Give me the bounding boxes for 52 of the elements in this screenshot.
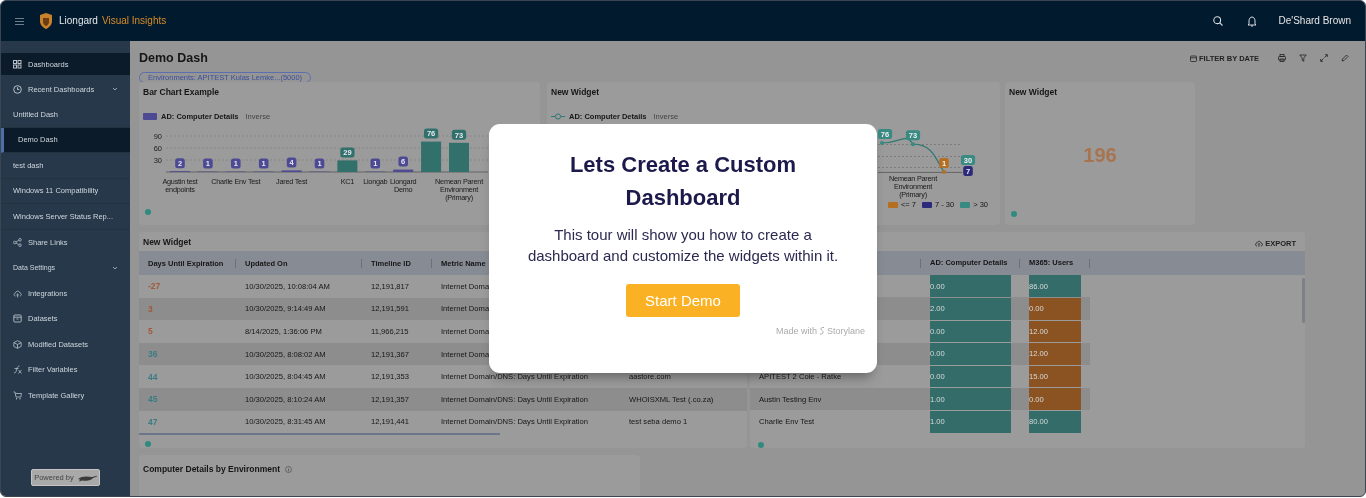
legend-line-icon [551,113,565,120]
table-cell: 36 [148,349,158,359]
made-with-text: Made with [775,326,817,337]
table-cell: 47 [148,416,158,427]
share-icon [13,237,22,247]
dialog-text: This tour will show you how to create a dashboard and customize the widgets within it. [527,225,839,266]
cloud-upload-icon [13,288,22,298]
scrollbar[interactable] [139,433,500,436]
widget-title: Computer Details by Environment [143,464,280,475]
menu-icon[interactable] [15,17,24,25]
bar [393,169,414,172]
clock-icon [13,84,22,94]
widget-title: New Widget [551,87,600,99]
table-cell: 5 [148,326,153,337]
bar [449,142,469,172]
metric-value: 196 [1083,143,1117,167]
widget-title: New Widget [143,237,192,249]
dialog-title: Lets Create a Custom Dashboard [568,151,798,212]
widget-title: Bar Chart Example [143,87,220,99]
shield-logo-icon[interactable] [39,13,53,29]
bar [337,160,358,172]
search-icon[interactable] [1212,16,1223,26]
calendar-icon [1190,54,1197,62]
line-series [881,137,945,173]
product-name: Visual Insights [101,15,167,27]
bell-icon[interactable] [1246,15,1257,27]
widget-title: New Widget [1009,87,1058,99]
page-dot-icon [145,441,151,448]
expand-icon[interactable] [1320,54,1328,62]
variable-icon [13,365,22,375]
user-name[interactable]: De'Shard Brown [1278,15,1351,27]
narwhal-icon [76,473,97,482]
print-icon[interactable] [1278,54,1286,62]
filter-icon[interactable] [1299,54,1307,62]
legend-swatch [143,113,157,120]
table-cell: -27 [148,281,161,292]
bar [421,141,442,172]
pencil-icon[interactable] [1341,54,1349,62]
table-cell: 3 [148,303,153,314]
storylane-logo-icon [818,326,825,337]
page-dot-icon [758,442,764,448]
grid-icon [13,59,22,69]
table-cell: 45 [148,394,158,405]
cart-icon [13,390,22,400]
table-cell: 44 [148,371,158,382]
brand-name: Liongard [59,15,98,27]
page-dot-icon [145,209,151,215]
cloud-upload-icon [1255,240,1264,248]
archive-icon [13,314,22,324]
dashboard-title: Demo Dash [139,51,209,65]
page-dot-icon [1011,211,1017,217]
cube-icon [13,339,22,349]
